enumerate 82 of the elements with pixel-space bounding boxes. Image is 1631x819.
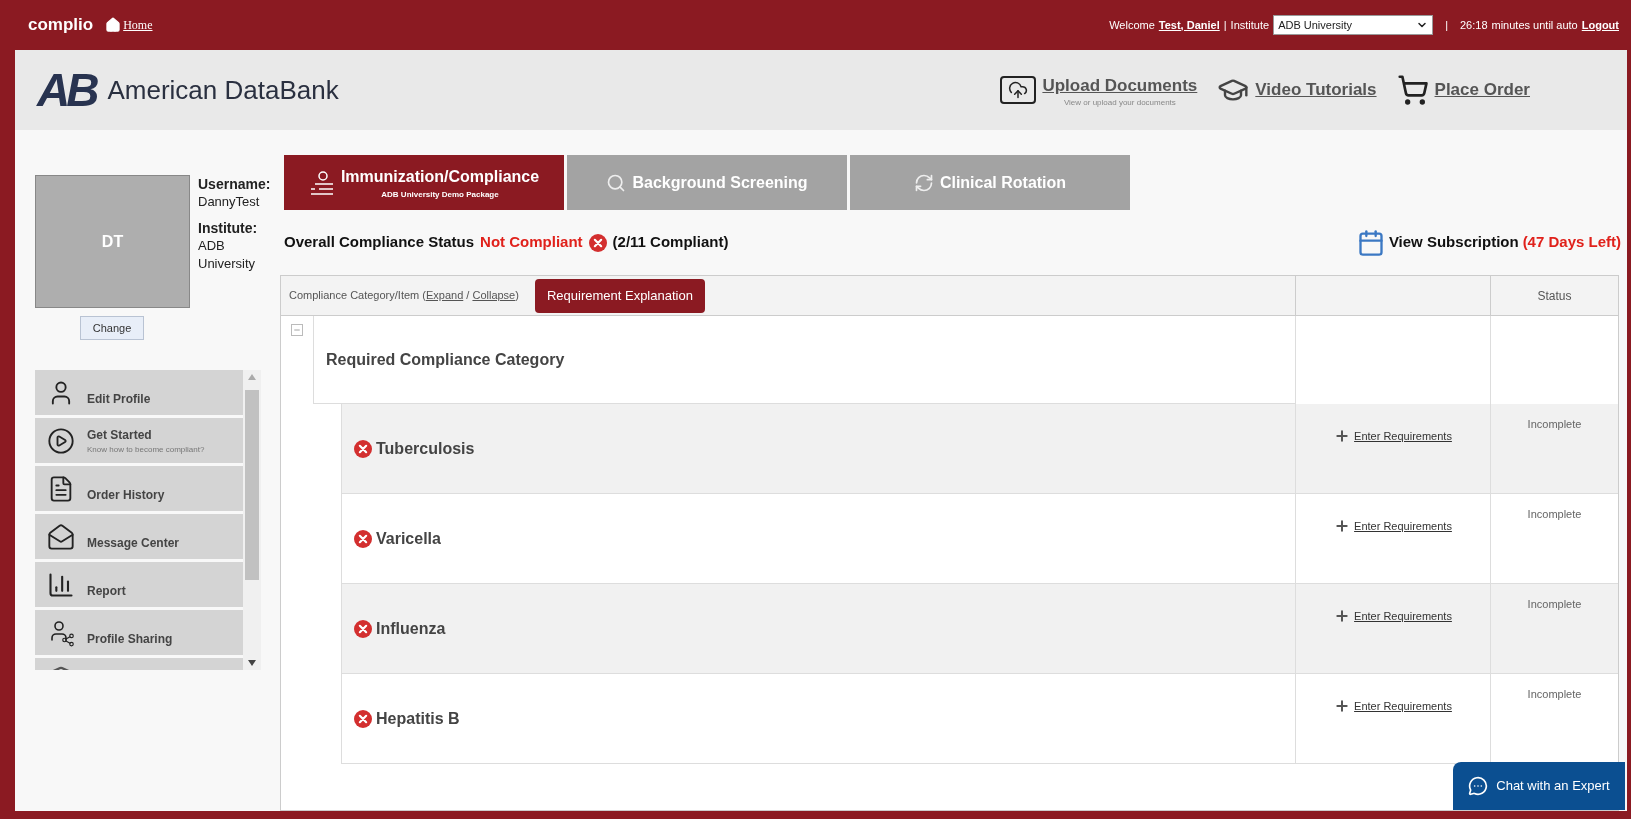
cart-icon bbox=[1396, 74, 1429, 106]
item-name: Tuberculosis bbox=[376, 438, 475, 459]
separator: | bbox=[1223, 17, 1227, 33]
collapse-toggle[interactable] bbox=[291, 324, 303, 336]
institute-label: Institute bbox=[1230, 17, 1270, 33]
session-timer: 26:18 bbox=[1460, 17, 1488, 33]
error-icon bbox=[354, 709, 372, 728]
sidebar-item[interactable]: Get Started Know how to become compliant? bbox=[35, 418, 243, 463]
requirement-explanation-button[interactable]: Requirement Explanation bbox=[534, 278, 705, 313]
link-subtitle: View or upload your documents bbox=[1063, 98, 1176, 107]
error-icon bbox=[588, 233, 607, 252]
sidebar-item[interactable]: Message Center bbox=[35, 514, 243, 559]
compliance-status: Not Compliant bbox=[480, 232, 583, 253]
subscription-link[interactable]: View Subscription bbox=[1388, 231, 1519, 254]
sidebar-item-label: Report bbox=[87, 582, 126, 600]
status-cell-text: Incomplete bbox=[1527, 597, 1582, 612]
scroll-up-icon[interactable] bbox=[248, 374, 256, 380]
institute-name: ADB University bbox=[198, 237, 257, 273]
sidebar-item[interactable]: Profile Sharing bbox=[35, 610, 243, 655]
item-name: Hepatitis B bbox=[376, 708, 460, 729]
sidebar-item-subtitle: Know how to become compliant? bbox=[87, 443, 205, 456]
enter-requirements-link[interactable]: Enter Requirements bbox=[1354, 518, 1452, 535]
header-link[interactable]: Video Tutorials bbox=[1255, 77, 1377, 103]
item-name: Influenza bbox=[376, 618, 446, 639]
username: DannyTest bbox=[198, 193, 261, 211]
column-header: Status bbox=[1537, 287, 1572, 305]
welcome-label: Welcome bbox=[1109, 17, 1155, 33]
enter-requirements-link[interactable]: Enter Requirements bbox=[1354, 608, 1452, 625]
enter-requirements-link[interactable]: Enter Requirements bbox=[1354, 428, 1452, 445]
expand-link[interactable]: Expand bbox=[425, 289, 464, 302]
search-icon bbox=[606, 172, 627, 193]
category-name: Required Compliance Category bbox=[326, 349, 565, 370]
play-icon bbox=[47, 426, 75, 455]
institute-label: Institute: bbox=[198, 219, 259, 237]
brand-name: American DataBank bbox=[107, 73, 339, 107]
avatar-initials: DT bbox=[101, 231, 124, 252]
header-link[interactable]: Upload Documents bbox=[1042, 73, 1198, 99]
scroll-down-icon[interactable] bbox=[248, 660, 256, 666]
sidebar-item[interactable]: Order History bbox=[35, 466, 243, 511]
cloud-upload-icon bbox=[1000, 76, 1037, 104]
envelope-icon bbox=[47, 522, 75, 551]
bar-chart-icon bbox=[47, 570, 75, 599]
status-cell-text: Incomplete bbox=[1527, 687, 1582, 702]
error-icon bbox=[354, 529, 372, 548]
separator: | bbox=[1445, 17, 1448, 33]
tab-subtitle: ADB University Demo Package bbox=[381, 188, 499, 201]
item-name: Varicella bbox=[376, 528, 441, 549]
status-cell-text: Incomplete bbox=[1527, 417, 1582, 432]
user-link[interactable]: Test, Daniel bbox=[1158, 16, 1220, 34]
error-icon bbox=[354, 439, 372, 458]
calendar-icon bbox=[1356, 228, 1385, 257]
chat-button[interactable]: Chat with an Expert bbox=[1453, 762, 1625, 810]
institute-select[interactable]: ADB University bbox=[1273, 15, 1434, 35]
minus-icon bbox=[293, 326, 301, 334]
chat-icon bbox=[1468, 776, 1489, 796]
compliance-status-label: Overall Compliance Status bbox=[284, 232, 475, 253]
sidebar-item-label: Message Center bbox=[87, 534, 180, 552]
change-button[interactable]: Change bbox=[80, 316, 144, 340]
sidebar-item-label: Get Started bbox=[87, 426, 153, 444]
tab[interactable]: Immunization/Compliance ADB University Demo Package bbox=[284, 155, 564, 210]
sidebar-item-label: Order History bbox=[87, 486, 165, 504]
logout-link[interactable]: Logout bbox=[1581, 16, 1619, 34]
header-link[interactable]: Place Order bbox=[1434, 77, 1530, 103]
days-left: (47 Days Left) bbox=[1522, 232, 1621, 253]
sidebar-item[interactable]: Report bbox=[35, 562, 243, 607]
sidebar-item-label: Edit Profile bbox=[87, 390, 151, 408]
scrollbar[interactable] bbox=[243, 370, 261, 670]
timer-text: minutes until auto bbox=[1491, 17, 1578, 33]
status-cell-text: Incomplete bbox=[1527, 507, 1582, 522]
username-label: Username: bbox=[198, 175, 271, 193]
compliance-count: (2/11 Compliant) bbox=[612, 232, 729, 253]
complio-logo: complio bbox=[28, 14, 94, 37]
rotate-icon bbox=[913, 172, 934, 193]
column-header: Compliance Category/Item (Expand / Collapse) bbox=[289, 288, 519, 304]
logo-mark: AB bbox=[37, 67, 96, 113]
enter-requirements-link[interactable]: Enter Requirements bbox=[1354, 698, 1452, 715]
sidebar-item-label: Profile Sharing bbox=[87, 630, 173, 648]
error-icon bbox=[354, 619, 372, 638]
home-link[interactable]: Home bbox=[123, 16, 153, 34]
home-icon bbox=[105, 17, 122, 33]
sidebar-item[interactable]: Edit Profile bbox=[35, 370, 243, 415]
collapse-link[interactable]: Collapse bbox=[472, 289, 516, 302]
